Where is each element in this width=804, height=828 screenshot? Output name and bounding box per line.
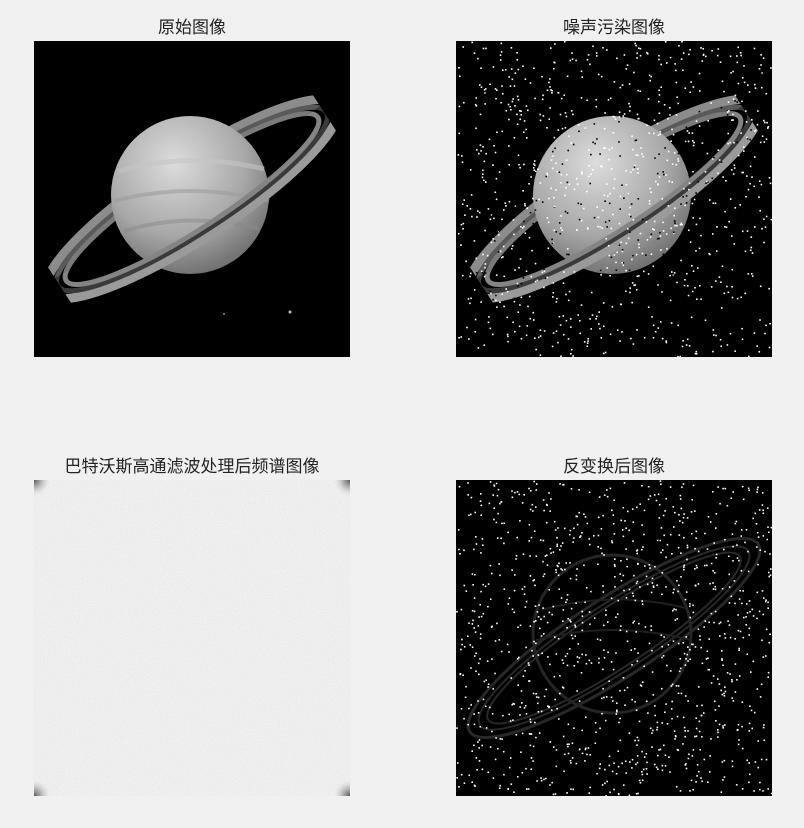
panel-title: 反变换后图像 bbox=[563, 457, 665, 477]
saturn-edges-image bbox=[456, 480, 772, 796]
spectrum-image-axes bbox=[34, 480, 350, 796]
panel-title: 原始图像 bbox=[158, 18, 226, 38]
saturn-original-image bbox=[34, 41, 350, 357]
filtered-spectrum-image bbox=[34, 480, 350, 796]
original-image-axes bbox=[34, 41, 350, 357]
panel-title: 巴特沃斯高通滤波处理后频谱图像 bbox=[64, 457, 320, 477]
inverse-image-axes bbox=[456, 480, 772, 796]
saturn-noisy-image bbox=[456, 41, 772, 357]
panel-title: 噪声污染图像 bbox=[563, 18, 665, 38]
noisy-image-axes bbox=[456, 41, 772, 357]
